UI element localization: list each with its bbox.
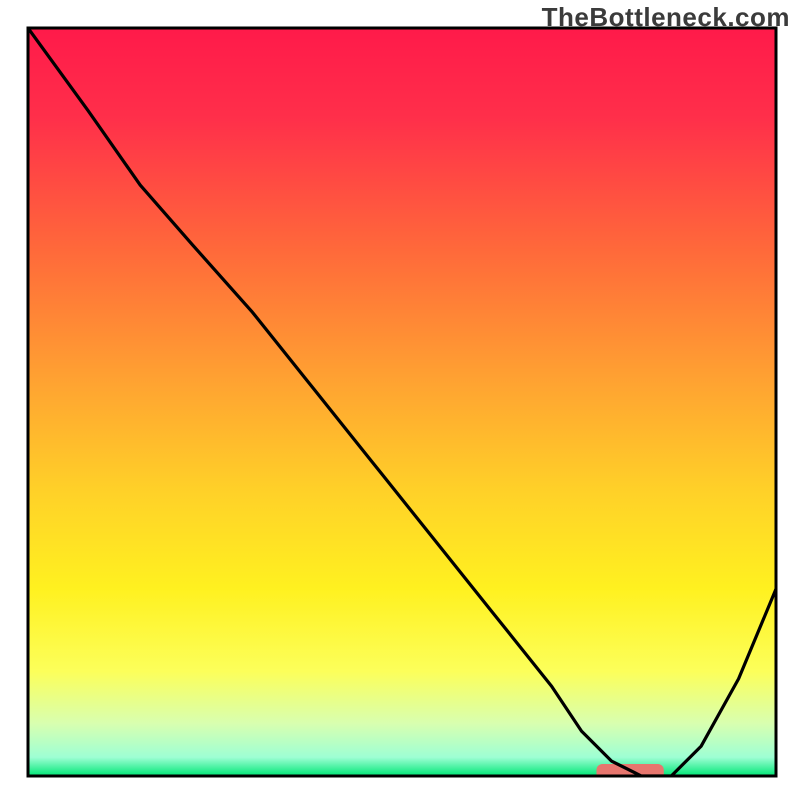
chart-svg: [0, 0, 800, 800]
bottleneck-chart: TheBottleneck.com: [0, 0, 800, 800]
gradient-background: [28, 28, 776, 776]
optimal-range-marker: [596, 764, 663, 780]
watermark-text: TheBottleneck.com: [542, 2, 790, 33]
